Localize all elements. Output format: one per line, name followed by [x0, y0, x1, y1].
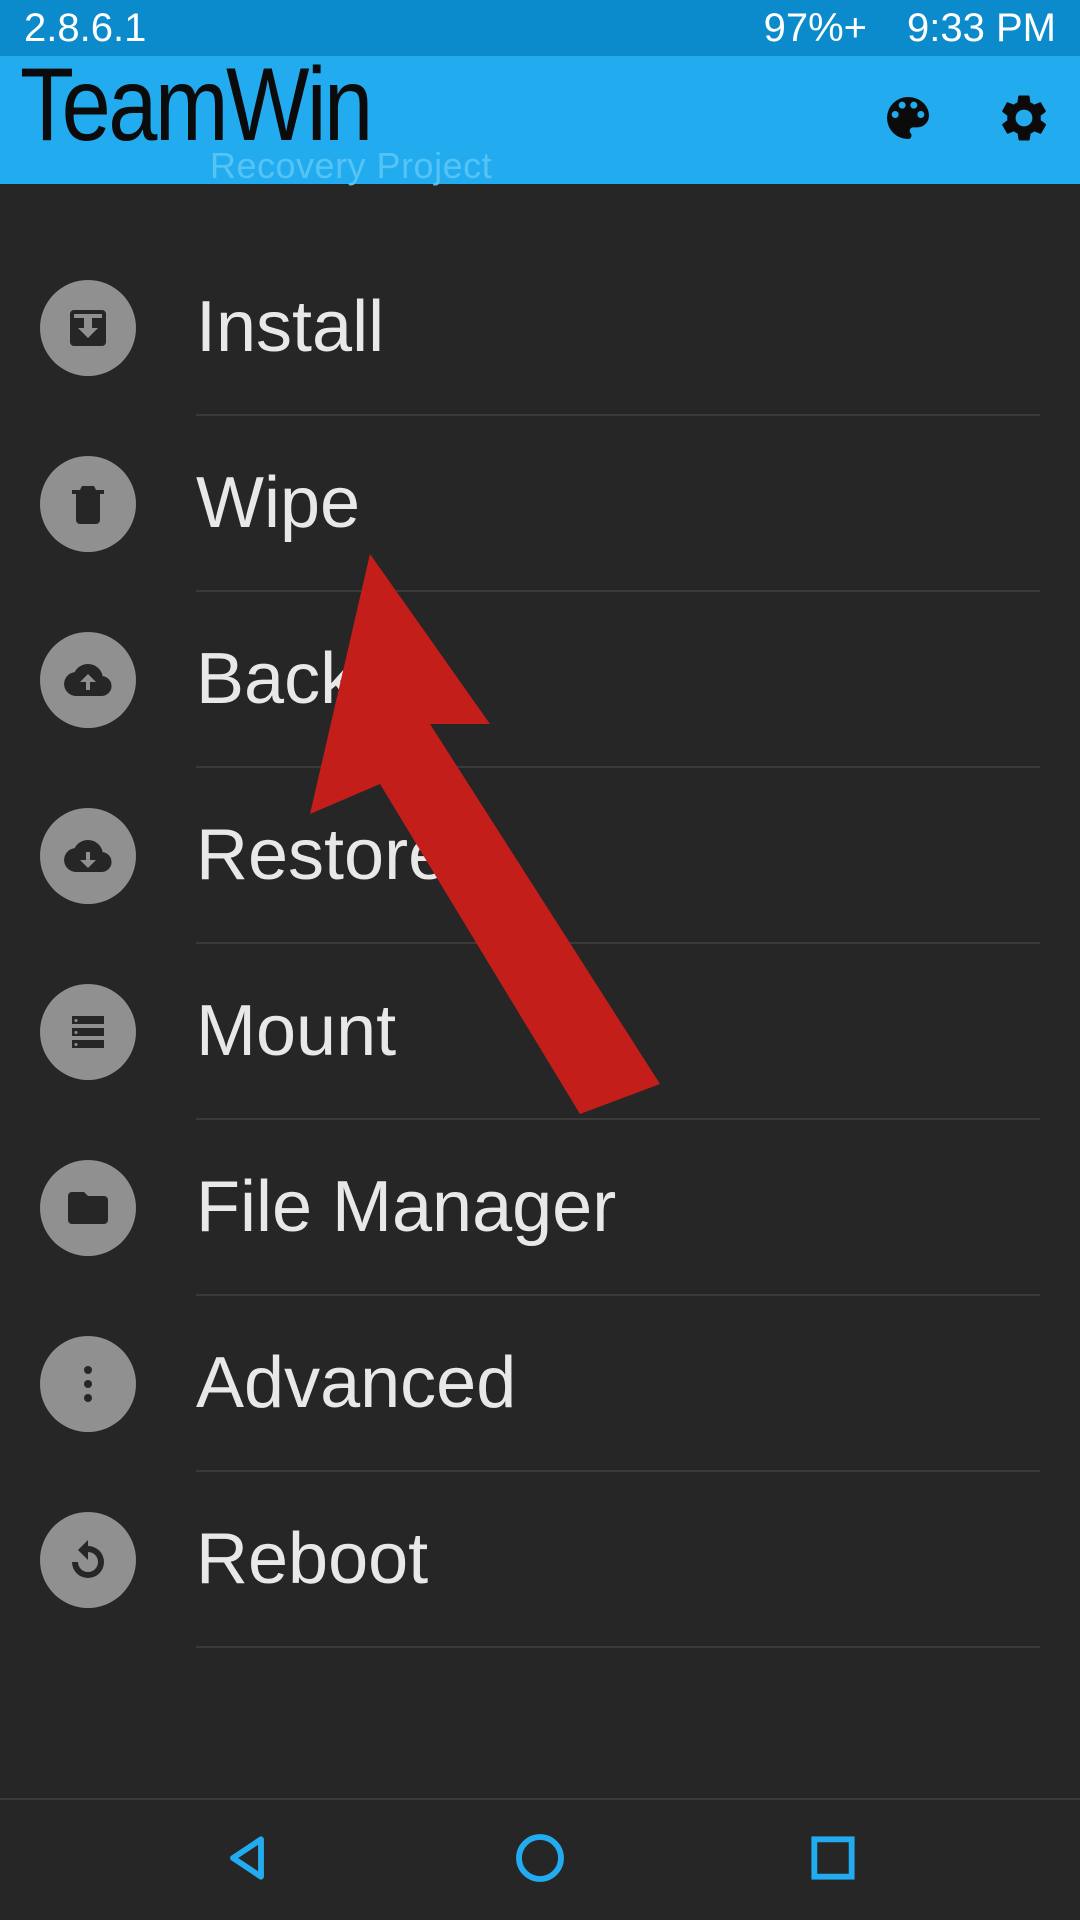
download-box-icon: [40, 280, 136, 376]
menu-label: Restore: [196, 814, 448, 896]
cloud-down-icon: [40, 808, 136, 904]
menu-item-file-manager[interactable]: File Manager: [40, 1120, 1040, 1296]
menu-label: Install: [196, 286, 384, 368]
folder-icon: [40, 1160, 136, 1256]
trash-icon: [40, 456, 136, 552]
status-battery: 97%+: [764, 6, 867, 51]
menu-label: Reboot: [196, 1518, 428, 1600]
menu-label: Advanced: [196, 1342, 516, 1424]
menu-label: Mount: [196, 990, 396, 1072]
menu-item-reboot[interactable]: Reboot: [40, 1472, 1040, 1648]
menu-label: Backup: [196, 638, 436, 720]
menu-item-advanced[interactable]: Advanced: [40, 1296, 1040, 1472]
palette-icon[interactable]: [880, 90, 936, 151]
header: TeamWin Recovery Project: [0, 56, 1080, 184]
nav-bar: [0, 1800, 1080, 1920]
status-time: 9:33 PM: [907, 6, 1056, 51]
nav-home-icon[interactable]: [512, 1830, 568, 1891]
menu-item-mount[interactable]: Mount: [40, 944, 1040, 1120]
menu-label: File Manager: [196, 1166, 616, 1248]
menu-item-install[interactable]: Install: [40, 240, 1040, 416]
dots-icon: [40, 1336, 136, 1432]
brand-title: TeamWin: [20, 53, 421, 157]
storage-icon: [40, 984, 136, 1080]
menu-label: Wipe: [196, 462, 360, 544]
menu-item-backup[interactable]: Backup: [40, 592, 1040, 768]
main-menu: Install Wipe Backup Restore Mount File M…: [0, 184, 1080, 1798]
gear-icon[interactable]: [996, 90, 1052, 151]
status-version: 2.8.6.1: [24, 6, 146, 51]
cloud-up-icon: [40, 632, 136, 728]
menu-item-restore[interactable]: Restore: [40, 768, 1040, 944]
nav-back-icon[interactable]: [219, 1830, 275, 1891]
brand: TeamWin Recovery Project: [20, 53, 492, 187]
menu-item-wipe[interactable]: Wipe: [40, 416, 1040, 592]
refresh-icon: [40, 1512, 136, 1608]
nav-recent-icon[interactable]: [805, 1830, 861, 1891]
